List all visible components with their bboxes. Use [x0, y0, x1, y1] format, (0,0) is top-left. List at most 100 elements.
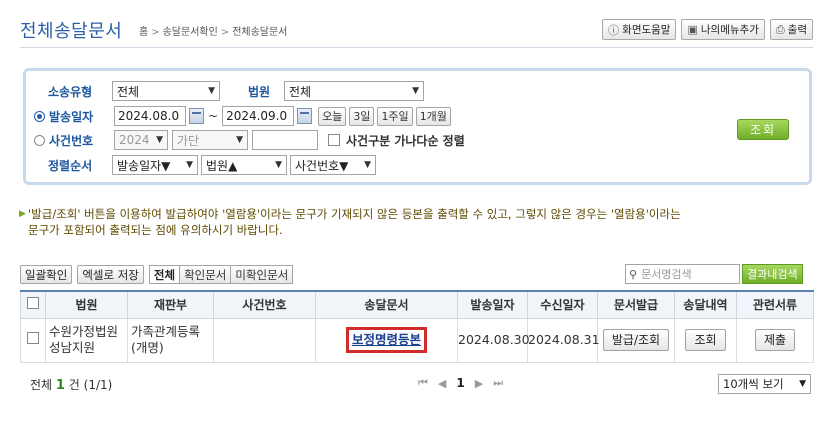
col-related: 관련서류 [736, 290, 814, 319]
bookmark-icon: ▣ [687, 23, 698, 36]
order-row: 정렬순서 발송일자▼ ▼ 법원▲ ▼ 사건번호▼ ▼ [48, 154, 376, 176]
search-panel: 소송유형 전체 ▼ 법원 전체 ▼ 발송일자 2024.08.0 ~ 2024.09… [23, 68, 812, 185]
quick-3day-button[interactable]: 3일 [349, 106, 375, 126]
chevron-down-icon: ▼ [275, 160, 282, 170]
cell-court: 수원가정법원 성남지원 [45, 317, 128, 363]
type-label: 소송유형 [48, 84, 93, 99]
chevron-right-icon: > [151, 27, 160, 38]
col-sent-date[interactable]: 발송일자 [457, 290, 528, 319]
total-number: 1 [55, 378, 65, 393]
chevron-down-icon: ▼ [208, 86, 215, 96]
doc-search-input[interactable]: ⚲ 문서명검색 [625, 264, 740, 284]
tab-confirmed[interactable]: 확인문서 [179, 266, 231, 283]
case-gubun-value: 가단 [177, 133, 200, 148]
result-search-button[interactable]: 결과내검색 [742, 264, 803, 284]
case-radio[interactable] [34, 134, 45, 146]
court-value: 전체 [289, 84, 312, 99]
quick-1month-button[interactable]: 1개월 [415, 106, 451, 126]
type-row: 소송유형 전체 ▼ 법원 전체 ▼ [48, 80, 424, 102]
cell-sent-date: 2024.08.30 [457, 317, 530, 363]
print-button[interactable]: ⎙ 출력 [769, 19, 813, 40]
case-sort-label: 사건구분 가나다순 정렬 [346, 133, 465, 148]
order-select-2[interactable]: 법원▲ ▼ [201, 155, 287, 175]
quick-1week-button[interactable]: 1주일 [377, 106, 413, 126]
date-to-input[interactable]: 2024.09.0 [222, 106, 295, 126]
help-label: 화면도움말 [622, 24, 671, 36]
next-page-icon[interactable]: ▶ [475, 377, 483, 390]
notice-text: ▶ '발급/조회' 버튼을 이용하여 발급하여야 '열람용'이라는 문구가 기재… [19, 206, 813, 238]
doc-search-placeholder: 문서명검색 [641, 268, 692, 281]
select-all-checkbox[interactable] [27, 297, 39, 310]
chevron-right-icon: > [220, 27, 230, 38]
header-divider [20, 47, 813, 48]
history-view-button[interactable]: 조회 [685, 329, 726, 351]
first-page-icon[interactable]: ⏮ [418, 376, 428, 390]
notice-line-2: 문구가 포함되어 출력되는 점에 유의하시기 바랍니다. [28, 223, 283, 237]
chevron-down-icon: ▼ [186, 160, 193, 170]
current-page[interactable]: 1 [456, 376, 464, 390]
pagination: ⏮ ◀ 1 ▶ ⏭ [418, 376, 503, 390]
col-case-no[interactable]: 사건번호 [213, 290, 316, 319]
col-document[interactable]: 송달문서 [315, 290, 458, 319]
col-court[interactable]: 법원 [45, 290, 128, 319]
chevron-down-icon: ▼ [236, 135, 243, 145]
court-select[interactable]: 전체 ▼ [284, 81, 424, 101]
cell-division: 가족관계등록(개명) [127, 317, 214, 363]
chevron-down-icon: ▼ [364, 160, 371, 170]
document-link[interactable]: 보정명령등본 [345, 327, 427, 353]
case-label: 사건번호 [49, 133, 94, 148]
type-select[interactable]: 전체 ▼ [112, 81, 220, 101]
cell-document: 보정명령등본 [315, 317, 458, 363]
order-select-3[interactable]: 사건번호▼ ▼ [290, 155, 376, 175]
tab-all[interactable]: 전체 [149, 266, 180, 283]
help-button[interactable]: ⓘ 화면도움말 [602, 19, 677, 40]
date-radio[interactable] [34, 110, 45, 122]
add-my-menu-button[interactable]: ▣ 나의메뉴추가 [681, 19, 765, 40]
info-icon: ⓘ [608, 23, 620, 37]
order-value-2: 법원▲ [206, 158, 238, 173]
col-issue: 문서발급 [597, 290, 675, 319]
order-select-1[interactable]: 발송일자▼ ▼ [112, 155, 198, 175]
calendar-icon[interactable] [297, 108, 313, 124]
col-division[interactable]: 재판부 [127, 290, 214, 319]
per-page-select[interactable]: 10개씩 보기 ▼ [718, 374, 811, 394]
col-recv-date[interactable]: 수신일자 [527, 290, 598, 319]
breadcrumb-home[interactable]: 홈 [139, 27, 148, 38]
case-sort-checkbox[interactable] [328, 134, 340, 146]
tab-unconfirmed[interactable]: 미확인문서 [230, 266, 293, 283]
doc-search-group: ⚲ 문서명검색 결과내검색 [625, 264, 803, 284]
search-icon: ⚲ [629, 267, 638, 281]
excel-save-button[interactable]: 엑셀로 저장 [77, 265, 144, 284]
total-suffix: 건 (1/1) [68, 378, 113, 392]
page-title: 전체송달문서 [20, 21, 123, 42]
prev-page-icon[interactable]: ◀ [438, 377, 446, 390]
date-from-input[interactable]: 2024.08.0 [114, 106, 186, 126]
notice-line-1: '발급/조회' 버튼을 이용하여 발급하여야 '열람용'이라는 문구가 기재되지… [28, 207, 681, 221]
search-submit-button[interactable]: 조회 [737, 119, 789, 140]
row-checkbox[interactable] [27, 332, 39, 344]
case-number-input[interactable] [252, 130, 318, 150]
issue-view-button[interactable]: 발급/조회 [602, 329, 670, 351]
bulk-confirm-button[interactable]: 일괄확인 [20, 265, 73, 284]
case-gubun-select[interactable]: 가단 ▼ [172, 130, 248, 150]
calendar-icon[interactable] [189, 108, 204, 124]
row-checkbox-cell [20, 317, 46, 363]
court-label: 법원 [248, 84, 271, 99]
total-prefix: 전체 [30, 378, 53, 392]
total-count: 전체 1 건 (1/1) [30, 376, 112, 393]
quick-today-button[interactable]: 오늘 [318, 106, 347, 126]
document-table: 법원 재판부 사건번호 송달문서 발송일자 수신일자 문서발급 송달내역 관련서… [20, 290, 814, 363]
triangle-right-icon: ▶ [19, 209, 26, 219]
filter-tabs: 전체 확인문서 미확인문서 [148, 265, 294, 284]
cell-recv-date: 2024.08.31 [527, 317, 600, 363]
cell-history: 조회 [674, 317, 737, 363]
case-year-select[interactable]: 2024 ▼ [114, 130, 168, 150]
chevron-down-icon: ▼ [412, 86, 419, 96]
submit-related-button[interactable]: 제출 [754, 329, 796, 351]
my-menu-label: 나의메뉴추가 [700, 24, 759, 36]
col-history: 송달내역 [674, 290, 737, 319]
last-page-icon[interactable]: ⏭ [493, 376, 503, 390]
date-row: 발송일자 2024.08.0 ~ 2024.09.0 오늘 3일 1주일 1개월 [34, 105, 451, 127]
select-all-cell [20, 290, 46, 319]
breadcrumb-delivery[interactable]: 송달문서확인 [163, 27, 218, 38]
